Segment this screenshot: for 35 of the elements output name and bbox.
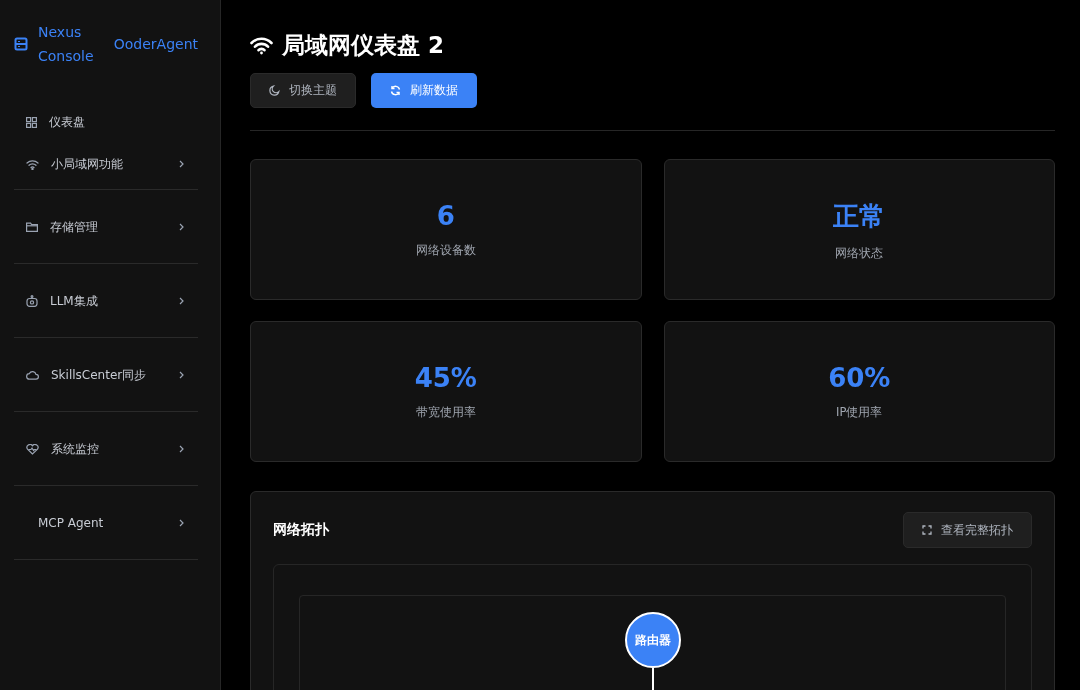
server-icon [14, 37, 28, 51]
expand-icon [922, 525, 932, 535]
nav-item[interactable]: 存储管理 [14, 195, 198, 259]
nav-item[interactable]: 仪表盘 [14, 101, 198, 143]
nav-item[interactable]: MCP Agent [14, 491, 198, 555]
router-node[interactable]: 路由器 [624, 612, 681, 668]
nav-item[interactable]: 小局域网功能 [14, 143, 198, 185]
moon-icon [269, 85, 280, 96]
stat-label: 带宽使用率 [415, 405, 476, 420]
wifi-icon [26, 158, 39, 170]
nav-item[interactable]: SkillsCenter同步 [14, 343, 198, 407]
stat-value: 45% [414, 363, 477, 393]
stat-value: 60% [828, 363, 891, 393]
grid-icon [26, 116, 37, 128]
refresh-button[interactable]: 刷新数据 [371, 73, 477, 108]
stat-value: 正常 [833, 199, 886, 233]
stat-label: 网络设备数 [415, 243, 476, 258]
stat-value: 6 [436, 201, 455, 231]
robot-icon [26, 295, 38, 307]
full-topology-button[interactable]: 查看完整拓扑 [903, 512, 1032, 548]
heart-icon [26, 443, 39, 455]
connector-line [651, 668, 654, 690]
nav-item[interactable]: LLM集成 [14, 269, 198, 333]
nav-item[interactable]: 系统监控 [14, 417, 198, 481]
wifi-icon [250, 36, 273, 55]
refresh-icon [390, 85, 401, 96]
page-title: 局域网仪表盘 2 [282, 31, 444, 60]
brand-name: Nexus Console [38, 23, 95, 66]
stat-label: 网络状态 [835, 245, 884, 261]
panel-title: 网络拓扑 [273, 521, 329, 539]
theme-toggle-button[interactable]: 切换主题 [250, 73, 356, 108]
cloud-icon [26, 370, 39, 380]
product-name: OoderAgent [113, 36, 198, 52]
folder-icon [26, 222, 38, 232]
stat-label: IP使用率 [836, 405, 883, 420]
